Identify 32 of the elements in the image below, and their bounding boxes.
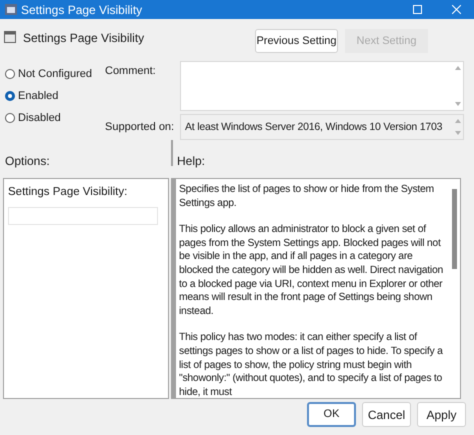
close-icon[interactable] (452, 5, 461, 14)
supported-on-label: Supported on: (105, 120, 176, 135)
scrollbar-thumb[interactable] (452, 189, 457, 269)
comment-label: Comment: (105, 64, 157, 79)
options-label: Options: (4, 153, 51, 170)
supported-on-value: At least Windows Server 2016, Windows 10 Version 1703 (184, 120, 444, 135)
scroll-down-icon[interactable] (455, 131, 461, 135)
radio-option[interactable]: Not Configured (5, 66, 105, 82)
comment-field[interactable] (180, 61, 464, 111)
maximize-icon[interactable] (413, 5, 422, 14)
dialog-button[interactable]: OK (307, 402, 356, 427)
help-paragraph: Specifies the list of pages to show or hide from the System Settings app. (179, 183, 435, 210)
scroll-down-icon[interactable] (455, 102, 461, 106)
help-label: Help: (176, 153, 206, 170)
radio-option[interactable]: Enabled (5, 88, 105, 104)
help-paragraph: This policy has two modes: it can either specify a list of settings pages to show or a list of pages to hide. To specify a list of pages to show, the policy string must begin with "showonly:" (without quotes), and to specify a list of pages to hide, it must (179, 331, 444, 398)
radio-option[interactable]: Disabled (5, 110, 105, 126)
radio-button[interactable] (5, 113, 15, 123)
radio-button[interactable] (5, 69, 15, 79)
scroll-up-icon[interactable] (455, 66, 461, 70)
dialog-button[interactable]: Apply (417, 402, 466, 427)
policy-title: Settings Page Visibility (23, 30, 144, 47)
radio-button[interactable] (5, 91, 15, 101)
policy-icon (4, 31, 16, 43)
window-title: Settings Page Visibility (21, 2, 142, 18)
options-field-label: Settings Page Visibility: (8, 185, 128, 200)
options-input-field[interactable] (8, 207, 158, 226)
help-paragraph: This policy allows an administrator to block a given set of pages from the System Settings app. Blocked pages will not be visible in the app, and if all pages in a category are blocked the category will be hidden as well. Direct navigation to a blocked page via URI, context menu in Explorer or other means will result in the front page of Settings being shown instead. (179, 223, 444, 318)
scroll-up-icon[interactable] (455, 119, 461, 123)
nav-button[interactable]: Previous Setting (255, 29, 338, 53)
dialog-button[interactable]: Cancel (362, 402, 411, 427)
app-icon (5, 4, 17, 15)
